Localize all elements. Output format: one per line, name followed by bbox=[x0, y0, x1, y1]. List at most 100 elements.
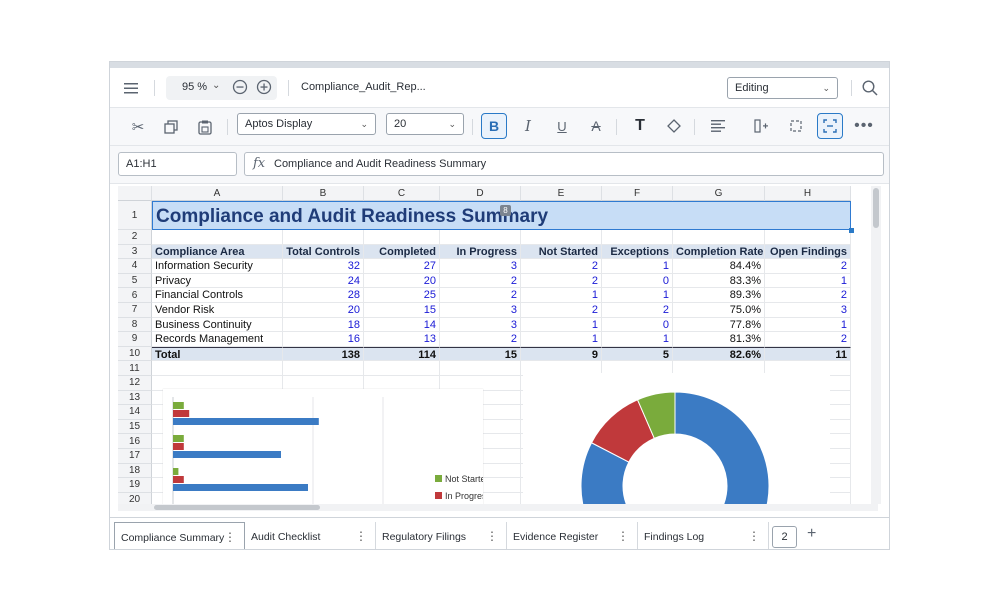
tab-regulatory-filings[interactable]: Regulatory Filings ⋮ bbox=[376, 522, 507, 549]
fill-color-icon[interactable] bbox=[661, 113, 687, 139]
column-title-cell[interactable]: Not Started bbox=[521, 244, 602, 260]
wrap-text-icon[interactable] bbox=[817, 113, 843, 139]
column-header[interactable]: C bbox=[364, 186, 440, 201]
row-header[interactable]: 19 bbox=[118, 478, 152, 493]
empty-cell[interactable] bbox=[440, 361, 521, 376]
total-cell[interactable]: Total bbox=[152, 346, 283, 362]
empty-cell[interactable] bbox=[283, 361, 364, 376]
text-color-icon[interactable]: T bbox=[627, 113, 653, 139]
table-cell[interactable]: 2 bbox=[440, 288, 521, 303]
column-header[interactable]: E bbox=[521, 186, 602, 201]
tab-audit-checklist[interactable]: Audit Checklist ⋮ bbox=[245, 522, 376, 549]
table-cell[interactable]: 1 bbox=[602, 259, 673, 274]
insert-column-icon[interactable] bbox=[748, 113, 774, 139]
empty-cell[interactable] bbox=[364, 361, 440, 376]
chevron-down-icon[interactable]: ⌄ bbox=[212, 80, 220, 91]
column-title-cell[interactable]: Completed bbox=[364, 244, 440, 260]
row-header[interactable]: 18 bbox=[118, 463, 152, 479]
table-cell[interactable]: 1 bbox=[602, 332, 673, 347]
total-cell[interactable]: 114 bbox=[364, 346, 440, 362]
merge-cells-icon[interactable] bbox=[783, 113, 809, 139]
table-cell[interactable]: 27 bbox=[364, 259, 440, 274]
table-cell[interactable]: 1 bbox=[521, 288, 602, 303]
empty-cell[interactable] bbox=[765, 230, 851, 245]
document-title[interactable]: Compliance_Audit_Rep... bbox=[301, 81, 426, 93]
column-header[interactable]: F bbox=[602, 186, 673, 201]
total-cell[interactable]: 15 bbox=[440, 346, 521, 362]
row-header[interactable]: 10 bbox=[118, 346, 152, 362]
column-header[interactable]: B bbox=[283, 186, 364, 201]
table-cell[interactable]: 24 bbox=[283, 273, 364, 289]
table-cell[interactable]: 3 bbox=[440, 317, 521, 333]
column-title-cell[interactable]: Completion Rate bbox=[673, 244, 765, 260]
table-cell[interactable]: 3 bbox=[440, 259, 521, 274]
empty-cell[interactable] bbox=[440, 230, 521, 245]
table-cell[interactable]: 2 bbox=[521, 259, 602, 274]
table-cell[interactable]: Financial Controls bbox=[152, 288, 283, 303]
copy-icon[interactable] bbox=[158, 114, 184, 140]
column-title-cell[interactable]: Open Findings bbox=[765, 244, 851, 260]
total-cell[interactable]: 138 bbox=[283, 346, 364, 362]
name-box[interactable]: A1:H1 bbox=[118, 152, 237, 176]
font-size-select[interactable]: 20 ⌄ bbox=[386, 113, 464, 135]
font-family-select[interactable]: Aptos Display ⌄ bbox=[237, 113, 376, 135]
row-header[interactable]: 13 bbox=[118, 390, 152, 406]
more-options-icon[interactable]: ••• bbox=[851, 113, 877, 139]
bar-chart[interactable]: Not Started In Progress bbox=[163, 389, 492, 504]
table-cell[interactable]: Records Management bbox=[152, 332, 283, 347]
row-header[interactable]: 11 bbox=[118, 361, 152, 376]
row-header[interactable]: 2 bbox=[118, 230, 152, 245]
fill-handle[interactable] bbox=[849, 228, 854, 233]
scroll-thumb[interactable] bbox=[154, 505, 320, 510]
table-cell[interactable]: 0 bbox=[602, 317, 673, 333]
total-cell[interactable]: 5 bbox=[602, 346, 673, 362]
table-cell[interactable]: 81.3% bbox=[673, 332, 765, 347]
table-cell[interactable]: 2 bbox=[521, 273, 602, 289]
table-cell[interactable]: 28 bbox=[283, 288, 364, 303]
empty-cell[interactable] bbox=[673, 230, 765, 245]
horizontal-scrollbar[interactable] bbox=[118, 504, 878, 511]
table-cell[interactable]: 2 bbox=[765, 332, 851, 347]
empty-cell[interactable] bbox=[364, 230, 440, 245]
column-header[interactable]: A bbox=[152, 186, 283, 201]
row-header[interactable]: 6 bbox=[118, 288, 152, 303]
table-cell[interactable]: 14 bbox=[364, 317, 440, 333]
table-cell[interactable]: 2 bbox=[440, 273, 521, 289]
more-vertical-icon[interactable]: ⋮ bbox=[486, 529, 498, 543]
empty-cell[interactable] bbox=[152, 230, 283, 245]
search-icon[interactable] bbox=[857, 75, 883, 101]
more-vertical-icon[interactable]: ⋮ bbox=[617, 529, 629, 543]
table-cell[interactable]: 89.3% bbox=[673, 288, 765, 303]
row-header[interactable]: 15 bbox=[118, 419, 152, 435]
paste-icon[interactable] bbox=[192, 114, 218, 140]
table-cell[interactable]: 15 bbox=[364, 303, 440, 318]
align-left-icon[interactable] bbox=[705, 113, 731, 139]
table-cell[interactable]: 2 bbox=[765, 288, 851, 303]
zoom-level[interactable]: 95 % bbox=[182, 81, 207, 93]
table-cell[interactable]: Business Continuity bbox=[152, 317, 283, 333]
tab-findings-log[interactable]: Findings Log ⋮ bbox=[638, 522, 769, 549]
table-cell[interactable]: 3 bbox=[765, 303, 851, 318]
italic-icon[interactable]: I bbox=[515, 113, 541, 139]
row-header[interactable]: 17 bbox=[118, 449, 152, 464]
bold-icon[interactable]: B bbox=[481, 113, 507, 139]
column-title-cell[interactable]: Exceptions bbox=[602, 244, 673, 260]
tab-evidence-register[interactable]: Evidence Register ⋮ bbox=[507, 522, 638, 549]
table-cell[interactable]: 75.0% bbox=[673, 303, 765, 318]
table-cell[interactable]: 0 bbox=[602, 273, 673, 289]
row-header[interactable]: 14 bbox=[118, 405, 152, 420]
formula-input[interactable]: fx Compliance and Audit Readiness Summar… bbox=[244, 152, 884, 176]
table-cell[interactable]: 13 bbox=[364, 332, 440, 347]
more-vertical-icon[interactable]: ⋮ bbox=[748, 529, 760, 543]
table-cell[interactable]: 1 bbox=[521, 332, 602, 347]
column-title-cell[interactable]: Total Controls bbox=[283, 244, 364, 260]
empty-cell[interactable] bbox=[521, 230, 602, 245]
empty-cell[interactable] bbox=[152, 361, 283, 376]
row-header[interactable]: 5 bbox=[118, 273, 152, 289]
table-cell[interactable]: 16 bbox=[283, 332, 364, 347]
zoom-out-icon[interactable] bbox=[232, 79, 248, 100]
total-cell[interactable]: 11 bbox=[765, 346, 851, 362]
table-cell[interactable]: 77.8% bbox=[673, 317, 765, 333]
total-cell[interactable]: 82.6% bbox=[673, 346, 765, 362]
zoom-in-icon[interactable] bbox=[256, 79, 272, 100]
